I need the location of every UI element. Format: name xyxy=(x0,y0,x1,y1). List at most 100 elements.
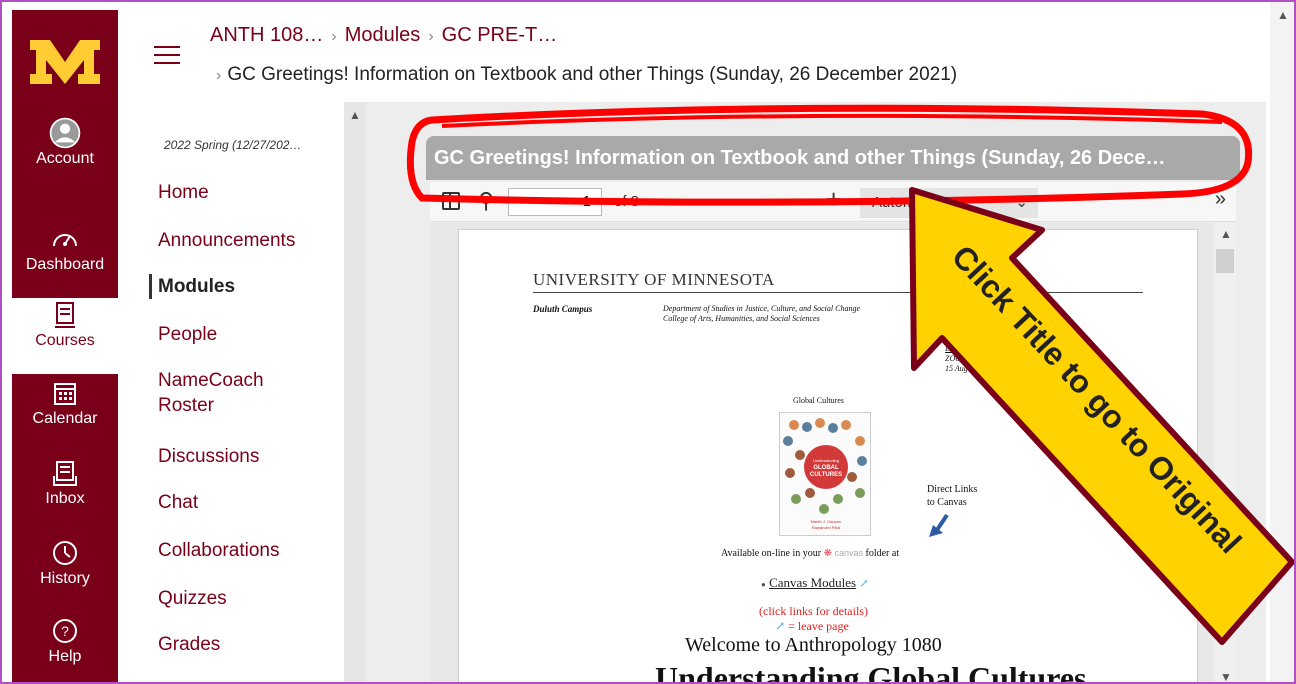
nav-courses-label: Courses xyxy=(35,332,95,349)
breadcrumb-separator-icon: › xyxy=(428,28,434,45)
scroll-down-icon[interactable]: ▼ xyxy=(1220,670,1232,682)
canvas-logo-icon: ❋ xyxy=(823,548,832,559)
welcome-heading: Welcome to Anthropology 1080 xyxy=(685,634,942,656)
zoom-select[interactable]: Autom ⌄ xyxy=(860,188,1038,218)
term-label: 2022 Spring (12/27/202… xyxy=(164,138,302,152)
canvas-modules-line: ● Canvas Modules ↗ xyxy=(761,575,869,591)
document-title-link[interactable]: GC Greetings! Information on Textbook an… xyxy=(426,136,1240,180)
address-line: http://www xyxy=(945,334,981,343)
pdf-viewer[interactable]: UNIVERSITY OF MINNESOTA Duluth Campus De… xyxy=(430,223,1236,684)
course-nav-chat[interactable]: Chat xyxy=(158,490,198,515)
book-cover-title-line: Understanding xyxy=(813,458,839,463)
leave-page-note: ↗ = leave page xyxy=(775,619,849,634)
pdf-page: UNIVERSITY OF MINNESOTA Duluth Campus De… xyxy=(458,229,1198,684)
course-nav-namecoach-roster[interactable]: NameCoach Roster xyxy=(158,368,308,418)
nav-help[interactable]: ? Help xyxy=(12,614,118,682)
nav-courses[interactable]: Courses xyxy=(12,298,118,374)
nav-help-label: Help xyxy=(48,648,82,665)
arrow-down-left-icon xyxy=(929,513,949,537)
course-nav-people[interactable]: People xyxy=(158,322,217,347)
course-nav-grades[interactable]: Grades xyxy=(158,632,220,657)
breadcrumb-separator-icon: › xyxy=(216,67,222,84)
book-cover-title-line: GLOBAL xyxy=(813,465,839,471)
leave-page-text: = leave page xyxy=(788,619,849,633)
external-link-icon: ↗ xyxy=(859,578,869,590)
breadcrumb-modules[interactable]: Modules xyxy=(345,24,421,46)
pdf-scrollbar[interactable]: ▲ ▼ xyxy=(1214,223,1236,682)
nav-calendar-label: Calendar xyxy=(32,410,98,427)
dashboard-gauge-icon xyxy=(53,234,77,247)
campus-label: Duluth Campus xyxy=(533,304,593,314)
course-title-heading: Understanding Global Cultures xyxy=(655,660,1087,684)
book-cover-author: Rajnandini Pillai xyxy=(812,525,841,530)
calendar-icon xyxy=(54,383,76,405)
course-nav-scrollbar[interactable]: ▲ xyxy=(344,102,366,682)
course-nav-discussions[interactable]: Discussions xyxy=(158,444,259,469)
direct-links-label: Direct Links to Canvas xyxy=(927,484,978,508)
address-block: 228 1123 Duluth, http://www E-mail: trog… xyxy=(945,304,995,374)
courses-book-icon xyxy=(55,302,75,328)
scroll-thumb[interactable] xyxy=(1216,249,1234,273)
address-line: ZOOM: https: xyxy=(945,354,991,363)
scroll-up-icon[interactable]: ▲ xyxy=(1220,227,1232,241)
history-clock-icon xyxy=(53,541,77,565)
nav-account[interactable]: Account xyxy=(12,116,118,186)
inbox-icon xyxy=(53,461,77,486)
sidebar-toggle-icon[interactable] xyxy=(442,192,460,210)
hamburger-menu-icon[interactable] xyxy=(154,46,180,64)
breadcrumb-separator-icon: › xyxy=(331,28,337,45)
canvas-modules-link[interactable]: Canvas Modules xyxy=(769,575,856,590)
department-line-1: Department of Studies in Justice, Cultur… xyxy=(663,304,861,313)
nav-history-label: History xyxy=(40,570,90,587)
nav-inbox-label: Inbox xyxy=(45,490,85,507)
nav-calendar[interactable]: Calendar xyxy=(12,376,118,446)
breadcrumb-course[interactable]: ANTH 108… xyxy=(210,24,323,46)
breadcrumb-current: › GC Greetings! Information on Textbook a… xyxy=(216,64,957,86)
breadcrumb: ANTH 108… › Modules › GC PRE-T… xyxy=(210,24,557,47)
nav-dashboard[interactable]: Dashboard xyxy=(12,222,118,292)
nav-history[interactable]: History xyxy=(12,536,118,606)
available-online-text: Available on-line in your ❋ canvas folde… xyxy=(721,548,899,559)
account-avatar-icon xyxy=(49,117,81,149)
canvas-word: canvas xyxy=(834,548,863,558)
heading-rule xyxy=(533,292,1143,293)
course-nav-quizzes[interactable]: Quizzes xyxy=(158,586,227,611)
university-heading: UNIVERSITY OF MINNESOTA xyxy=(533,270,775,289)
scroll-up-icon[interactable]: ▲ xyxy=(349,108,361,122)
department-line-2: College of Arts, Humanities, and Social … xyxy=(663,314,820,323)
nav-account-label: Account xyxy=(36,150,94,167)
help-question-icon: ? xyxy=(53,619,77,643)
course-nav-modules[interactable]: Modules xyxy=(149,274,235,299)
nav-inbox[interactable]: Inbox xyxy=(12,456,118,526)
department-label: Department of Studies in Justice, Cultur… xyxy=(663,304,860,324)
address-line: 15 August 2021 xyxy=(945,364,996,373)
zoom-out-button[interactable]: − xyxy=(792,184,807,215)
chevron-down-icon: ⌄ xyxy=(1015,194,1028,211)
page-count: of 8 xyxy=(614,193,640,210)
breadcrumb-module[interactable]: GC PRE-T… xyxy=(442,24,558,46)
global-nav: Account Dashboard Courses Calendar Inbox… xyxy=(12,10,118,682)
address-line: 228 xyxy=(945,304,957,313)
svg-text:?: ? xyxy=(61,623,69,639)
pdf-toolbar: ⚲ 1 of 8 − + Autom ⌄ » xyxy=(430,182,1236,222)
textbook-cover[interactable]: Understanding GLOBAL CULTURES Martin J. … xyxy=(779,412,871,536)
available-text: Available on-line in your xyxy=(721,548,822,559)
nav-dashboard-label: Dashboard xyxy=(25,256,105,273)
zoom-in-button[interactable]: + xyxy=(826,184,841,215)
window-scrollbar[interactable]: ▲ xyxy=(1270,2,1294,682)
search-icon[interactable]: ⚲ xyxy=(478,188,494,214)
page-number-input[interactable]: 1 xyxy=(508,188,602,216)
book-cover-author: Martin J. Gannon xyxy=(811,519,842,524)
external-link-icon: ↗ xyxy=(775,619,786,633)
click-links-note: (click links for details) xyxy=(759,604,868,618)
scroll-up-icon[interactable]: ▲ xyxy=(1277,8,1289,22)
address-line: E-mail: trog xyxy=(945,344,985,353)
course-nav-collaborations[interactable]: Collaborations xyxy=(158,538,279,563)
course-nav-announcements[interactable]: Announcements xyxy=(158,228,295,253)
address-line: Duluth, xyxy=(945,324,970,333)
more-tools-icon[interactable]: » xyxy=(1215,188,1226,211)
textbook-cover-art-icon: Understanding GLOBAL CULTURES Martin J. … xyxy=(780,413,870,535)
university-logo-icon[interactable] xyxy=(28,36,102,88)
course-nav-home[interactable]: Home xyxy=(158,180,209,205)
book-cover-title-line: CULTURES xyxy=(810,472,842,478)
